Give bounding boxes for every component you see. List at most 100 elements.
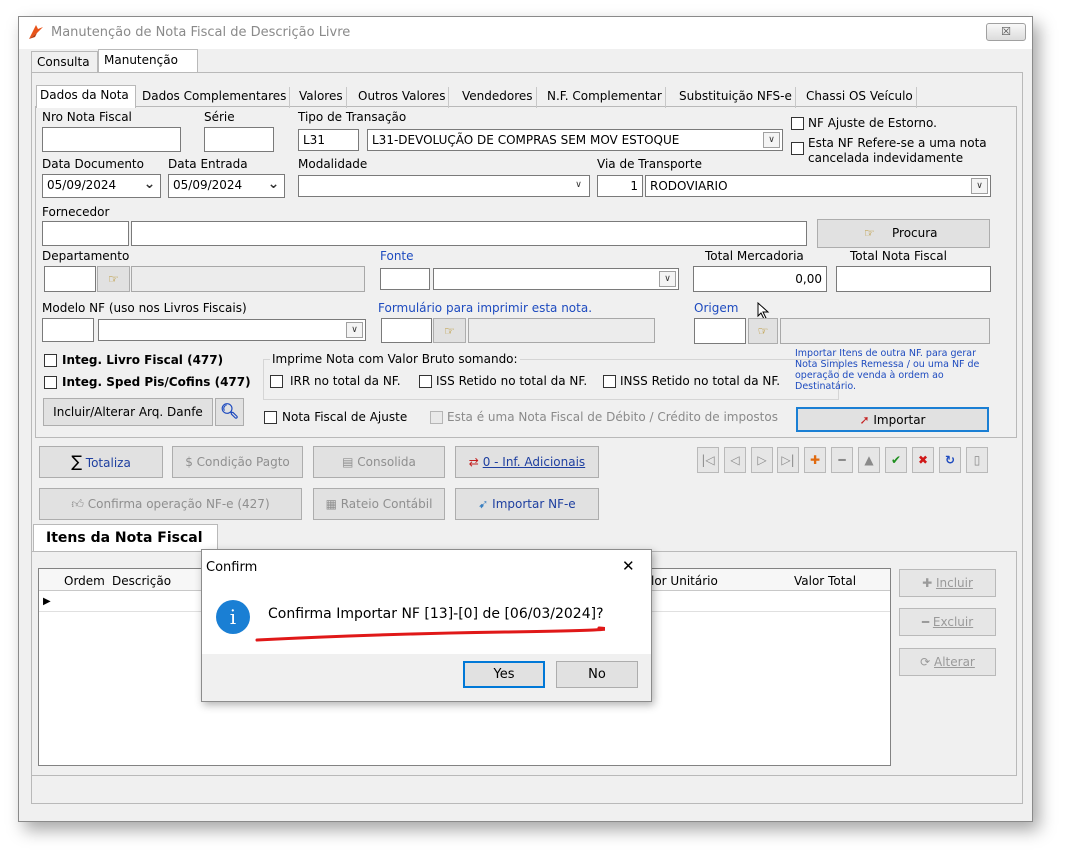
last-record-icon: ▷|: [777, 447, 799, 473]
chevron-down-icon[interactable]: ∨: [763, 132, 780, 148]
refresh-icon[interactable]: ↻: [939, 447, 961, 473]
chevron-down-icon[interactable]: ⌄: [265, 177, 282, 193]
tipo-transacao-value: L31-DEVOLUÇÃO DE COMPRAS SEM MOV ESTOQUE: [372, 133, 680, 147]
data-entrada-value: 05/09/2024: [173, 178, 243, 192]
importar-button[interactable]: ➚ Importar: [796, 407, 989, 432]
red-underline-annotation: [255, 626, 605, 642]
via-transporte-value: RODOVIARIO: [650, 179, 728, 193]
via-transporte-select[interactable]: RODOVIARIO ∨: [645, 175, 991, 197]
importar-info-text: Importar Itens de outra NF. para gerar N…: [795, 348, 980, 392]
integ-livro-fiscal-label: Integ. Livro Fiscal (477): [62, 353, 224, 367]
sigma-icon: ∑: [71, 452, 82, 471]
dialog-close-icon[interactable]: ✕: [622, 557, 635, 575]
row-pointer-icon: ▶: [43, 596, 51, 607]
fornecedor-name-input[interactable]: [131, 221, 807, 246]
tab-consulta[interactable]: Consulta: [31, 51, 98, 73]
formulario-code-input[interactable]: [381, 318, 432, 343]
integ-sped-label: Integ. Sped Pis/Cofins (477): [62, 375, 251, 389]
nf-cancelada-label-2: cancelada indevidamente: [808, 151, 964, 165]
data-documento-input[interactable]: 05/09/2024 ⌄: [42, 174, 161, 198]
window-close-button[interactable]: ☒: [986, 23, 1026, 41]
add-record-icon[interactable]: ✚: [804, 447, 826, 473]
chevron-down-icon[interactable]: ⌄: [141, 177, 158, 193]
formulario-name-field: [468, 318, 655, 343]
inss-checkbox[interactable]: [603, 375, 616, 388]
thumbs-up-icon: 👍︎: [71, 497, 84, 511]
tab-nf-complementar[interactable]: N.F. Complementar: [544, 87, 666, 108]
chevron-down-icon[interactable]: ∨: [971, 178, 988, 194]
no-button[interactable]: No: [556, 661, 638, 688]
tab-outros-valores[interactable]: Outros Valores: [355, 87, 450, 108]
pointing-hand-icon: ☞: [444, 324, 455, 338]
fonte-select[interactable]: ∨: [433, 268, 679, 290]
tab-vendedores[interactable]: Vendedores: [459, 87, 537, 108]
modelo-nf-select[interactable]: ∨: [98, 319, 366, 341]
bookmark-icon: ▯: [966, 447, 988, 473]
col-ordem: Ordem: [64, 574, 105, 588]
origem-lookup-button[interactable]: ☞: [748, 318, 778, 344]
tab-substituicao-nfse[interactable]: Substituição NFS-e: [676, 87, 796, 108]
nf-debito-checkbox: [430, 411, 443, 424]
col-valor-total: Valor Total: [794, 574, 857, 588]
chevron-down-icon[interactable]: ∨: [570, 178, 587, 194]
procura-label: Procura: [892, 226, 938, 240]
consolidate-icon: ▤: [342, 455, 354, 469]
integ-sped-checkbox[interactable]: [44, 376, 57, 389]
serie-input[interactable]: [204, 127, 274, 152]
previous-record-icon: ◁: [724, 447, 746, 473]
nf-cancelada-label-1: Esta NF Refere-se a uma nota: [808, 136, 987, 150]
via-transporte-code-input[interactable]: 1: [597, 175, 643, 197]
tab-manutencao[interactable]: Manutenção: [98, 49, 198, 73]
formulario-label: Formulário para imprimir esta nota.: [378, 301, 593, 315]
items-tab[interactable]: Itens da Nota Fiscal: [33, 524, 218, 552]
excluir-button: ━ Excluir: [899, 608, 996, 636]
totaliza-button[interactable]: ∑ Totaliza: [39, 446, 163, 478]
fornecedor-code-input[interactable]: [42, 221, 129, 246]
tipo-transacao-select[interactable]: L31-DEVOLUÇÃO DE COMPRAS SEM MOV ESTOQUE…: [367, 129, 783, 151]
modalidade-select[interactable]: ∨: [298, 175, 590, 197]
departamento-code-input[interactable]: [44, 266, 96, 292]
formulario-lookup-button[interactable]: ☞: [433, 318, 466, 343]
document-icon: ▦: [325, 497, 337, 511]
dialog-message: Confirma Importar NF [13]-[0] de [06/03/…: [268, 606, 604, 622]
tab-chassi-os-veiculo[interactable]: Chassi OS Veículo: [803, 87, 917, 108]
nf-ajuste-checkbox[interactable]: [264, 411, 277, 424]
tab-dados-complementares[interactable]: Dados Complementares: [139, 87, 291, 108]
tipo-transacao-code-input[interactable]: L31: [298, 129, 359, 151]
nf-ajuste-estorno-label: NF Ajuste de Estorno.: [808, 116, 937, 130]
origem-code-input[interactable]: [694, 318, 746, 344]
nf-ajuste-estorno-checkbox[interactable]: [791, 117, 804, 130]
excluir-label: Excluir: [932, 615, 974, 629]
totaliza-label: Totaliza: [85, 456, 131, 470]
data-entrada-input[interactable]: 05/09/2024 ⌄: [168, 174, 285, 198]
importar-nfe-button[interactable]: ➹ Importar NF-e: [455, 488, 599, 520]
condicao-pagto-label: Condição Pagto: [196, 455, 290, 469]
tab-valores[interactable]: Valores: [296, 87, 347, 108]
dollar-icon: $: [185, 455, 193, 469]
irr-checkbox[interactable]: [270, 375, 283, 388]
nf-cancelada-checkbox[interactable]: [791, 142, 804, 155]
procura-button[interactable]: ☞ Procura: [817, 219, 990, 248]
incluir-danfe-button[interactable]: Incluir/Alterar Arq. Danfe: [43, 398, 213, 426]
info-icon: i: [216, 600, 250, 634]
app-logo-icon: [29, 25, 43, 39]
modelo-nf-code-input[interactable]: [42, 318, 94, 342]
yes-button[interactable]: Yes: [463, 661, 545, 688]
chevron-down-icon[interactable]: ∨: [346, 322, 363, 338]
tab-dados-da-nota[interactable]: Dados da Nota: [36, 85, 136, 108]
iss-checkbox[interactable]: [419, 375, 432, 388]
chevron-down-icon[interactable]: ∨: [659, 271, 676, 287]
departamento-lookup-button[interactable]: ☞: [97, 266, 130, 292]
modalidade-label: Modalidade: [298, 157, 368, 171]
fonte-code-input[interactable]: [380, 268, 430, 290]
plus-icon: ✚: [922, 576, 933, 590]
first-record-icon: |◁: [697, 447, 719, 473]
confirm-record-icon[interactable]: ✔: [885, 447, 907, 473]
search-button[interactable]: 🔍︎: [215, 398, 244, 426]
import-icon: ➚: [859, 413, 870, 427]
integ-livro-fiscal-checkbox[interactable]: [44, 354, 57, 367]
inf-adicionais-label: 0 - Inf. Adicionais: [482, 455, 586, 469]
cancel-record-icon[interactable]: ✖: [912, 447, 934, 473]
inf-adicionais-button[interactable]: ⇄ 0 - Inf. Adicionais: [455, 446, 599, 478]
nro-nf-input[interactable]: [42, 127, 181, 152]
